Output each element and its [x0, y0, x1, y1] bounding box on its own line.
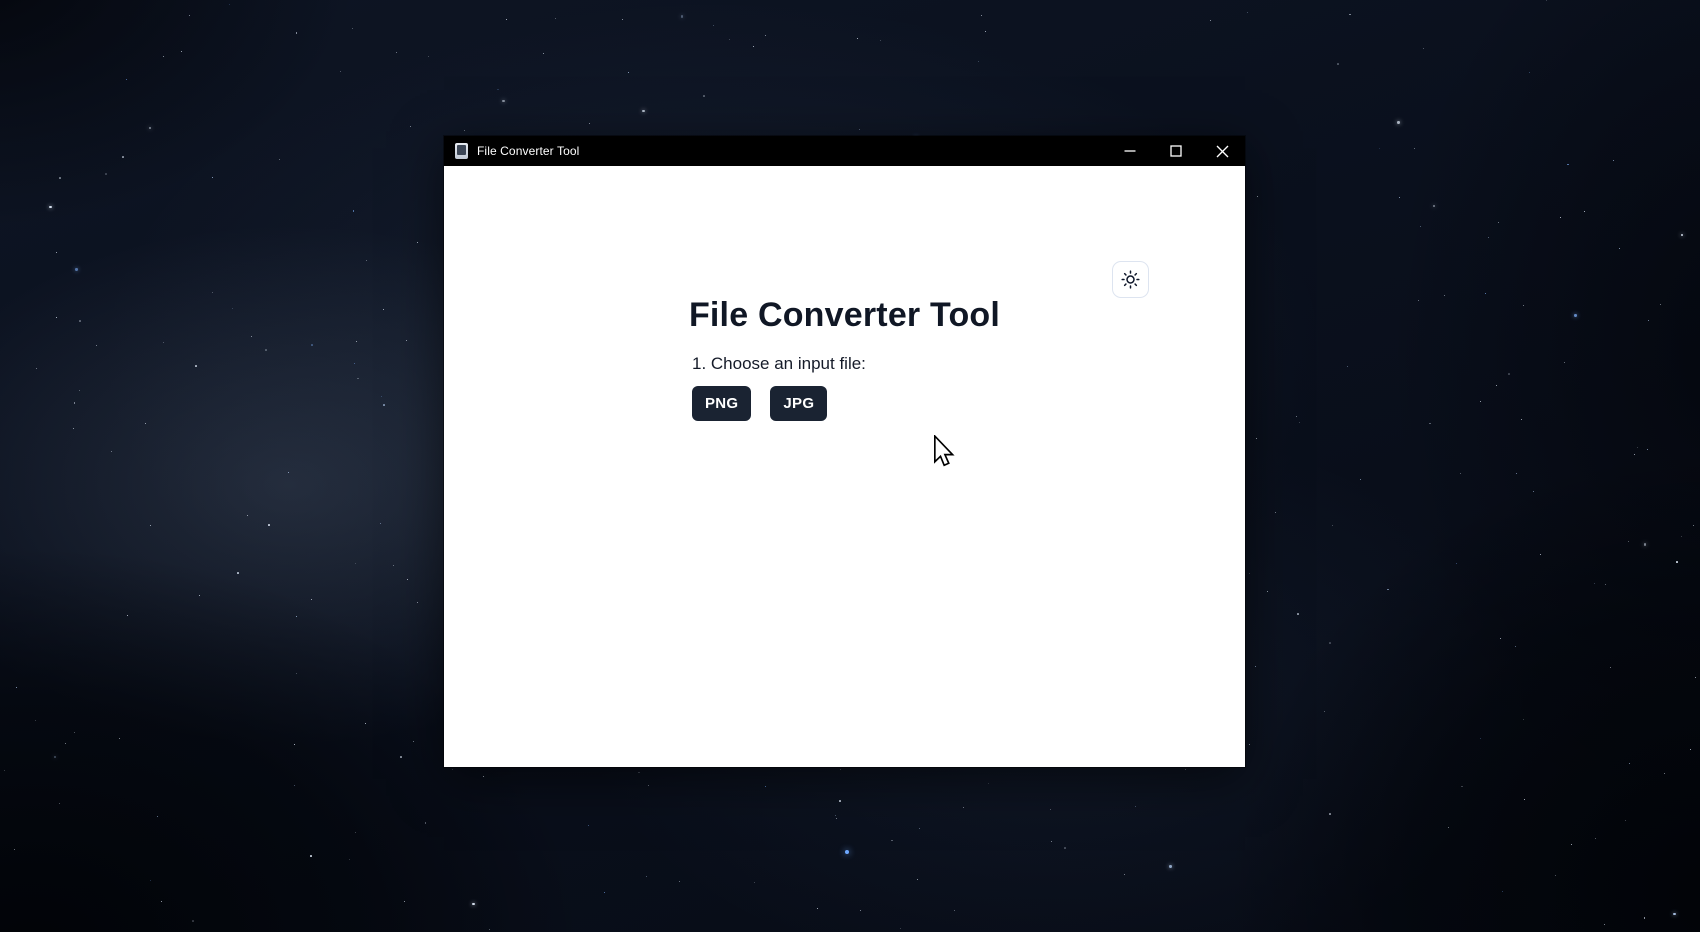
maximize-icon [1170, 145, 1182, 157]
minimize-icon [1124, 145, 1136, 157]
png-button[interactable]: PNG [692, 386, 751, 421]
close-button[interactable] [1199, 136, 1245, 166]
close-icon [1216, 145, 1229, 158]
step-label: 1. Choose an input file: [692, 352, 866, 376]
window-controls [1107, 136, 1245, 166]
app-icon [455, 143, 468, 159]
format-button-row: PNG JPG [692, 386, 827, 421]
window-titlebar[interactable]: File Converter Tool [444, 136, 1245, 166]
minimize-button[interactable] [1107, 136, 1153, 166]
jpg-button[interactable]: JPG [770, 386, 827, 421]
maximize-button[interactable] [1153, 136, 1199, 166]
window-title: File Converter Tool [477, 144, 579, 158]
window-content: File Converter Tool 1. Choose an input f… [444, 166, 1245, 767]
sun-icon [1121, 270, 1140, 289]
theme-toggle-button[interactable] [1112, 261, 1149, 298]
desktop: File Converter Tool [0, 0, 1700, 932]
app-window: File Converter Tool [444, 136, 1245, 767]
page-title: File Converter Tool [444, 294, 1245, 337]
